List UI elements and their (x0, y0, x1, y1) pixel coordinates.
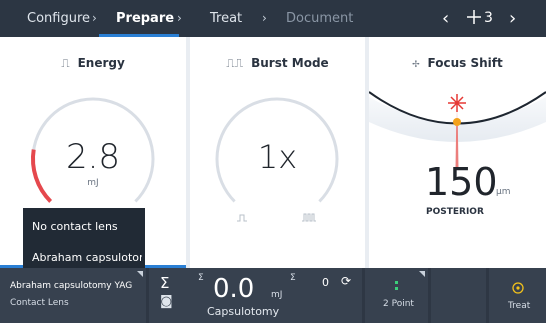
crosshair-icon (467, 0, 481, 37)
target-icon (512, 282, 524, 294)
focus-diagram (369, 91, 546, 167)
treat-button[interactable]: Treat (489, 268, 546, 323)
multi-burst-icon (302, 213, 316, 222)
chevron-right-icon: › (92, 11, 97, 25)
energy-value: 2.8 (65, 137, 121, 177)
burst-value: 1x (257, 138, 298, 176)
corner-indicator-icon (419, 271, 425, 277)
step-prepare[interactable]: Prepare (116, 0, 174, 37)
laser-app: Configure › Prepare › Treat › Document ‹… (0, 0, 546, 323)
position-count: 3 (484, 10, 493, 26)
point-mode-label: 2 Point (383, 299, 414, 309)
pedal-icon: ◙ (160, 294, 173, 309)
focus-shift-panel[interactable]: ✢ Focus Shift 150 µm POSTERIOR (369, 37, 546, 268)
reset-counter-icon[interactable]: ⟳ (341, 274, 351, 288)
step-document[interactable]: Document (286, 0, 353, 37)
nav-next-button[interactable]: › (509, 0, 516, 37)
chevron-right-icon: › (177, 11, 182, 25)
burst-mode-panel[interactable]: ⎍⎍ Burst Mode 1x (190, 37, 365, 268)
energy-summary: Σ ◙ Σ 0.0 mJ Σ 0 ⟳ Capsulotomy (149, 268, 362, 323)
chevron-right-icon: › (262, 11, 267, 25)
lens-option-none[interactable]: No contact lens (32, 220, 142, 233)
sigma-stack-icon: Σ (160, 274, 170, 292)
point-dot-icon (395, 287, 398, 290)
procedure-name: Capsulotomy (207, 305, 280, 318)
total-energy-value: 0.0 (213, 274, 255, 304)
point-dot-icon (395, 281, 398, 284)
spacer-cell (431, 268, 486, 323)
lens-name: Abraham capsulotomy YAG (10, 281, 133, 291)
sigma-label-shots: Σ (290, 273, 296, 283)
step-configure[interactable]: Configure (27, 0, 90, 37)
lens-option-abraham[interactable]: Abraham capsulotom... (32, 251, 142, 264)
sigma-label-energy: Σ (198, 273, 204, 283)
shot-count: 0 (322, 276, 329, 289)
total-energy-unit: mJ (271, 290, 283, 300)
lens-label: Contact Lens (10, 298, 69, 308)
focus-point (453, 118, 461, 126)
point-mode-button[interactable]: 2 Point (365, 268, 428, 323)
energy-unit: mJ (87, 178, 99, 188)
workflow-bar: Configure › Prepare › Treat › Document ‹… (0, 0, 546, 37)
corner-indicator-icon (137, 271, 143, 277)
contact-lens-selector[interactable]: Abraham capsulotomy YAG Contact Lens (0, 268, 146, 323)
contact-lens-menu: No contact lens Abraham capsulotom... (23, 208, 145, 271)
treat-label: Treat (508, 301, 531, 311)
single-burst-icon (237, 214, 247, 222)
bottom-bar: Abraham capsulotomy YAG Contact Lens Σ ◙… (0, 268, 546, 323)
step-treat[interactable]: Treat (210, 0, 242, 37)
nav-prev-button[interactable]: ‹ (442, 0, 449, 37)
laser-burst-icon (448, 94, 466, 112)
focus-unit: µm (496, 187, 511, 197)
focus-direction: POSTERIOR (426, 207, 484, 217)
focus-value: 150 (425, 160, 498, 204)
